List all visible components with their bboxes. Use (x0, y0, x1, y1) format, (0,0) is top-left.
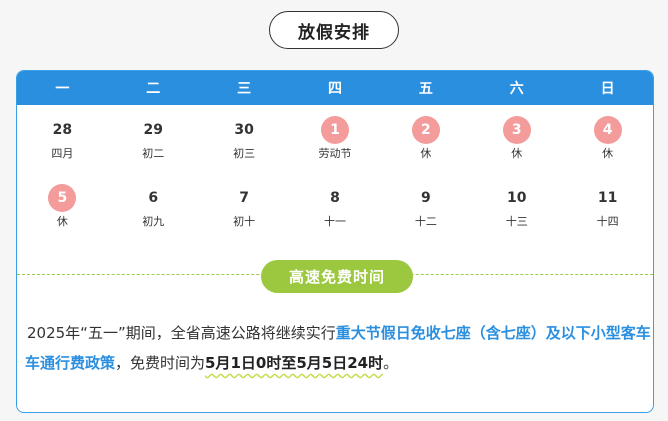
weekday-sat: 六 (509, 81, 524, 97)
weekday-tue: 二 (146, 81, 161, 97)
weekday-sun: 日 (600, 81, 615, 97)
day-note: 初九 (142, 215, 165, 228)
notice-text-2: ，免费时间为 (115, 354, 206, 372)
calendar-day: 10 十三 (471, 184, 562, 252)
day-note: 十四 (596, 215, 619, 228)
calendar-day: 28 四月 (17, 116, 108, 184)
notice-text-1: 2025年“五一”期间，全省高速公路将继续实行 (27, 324, 336, 342)
day-number: 30 (234, 122, 254, 138)
day-note: 休 (511, 147, 523, 160)
calendar-day: 9 十二 (380, 184, 471, 252)
day-note: 休 (602, 147, 614, 160)
weekday-thu: 四 (328, 81, 342, 97)
day-note: 四月 (51, 147, 74, 160)
toll-free-notice: 2025年“五一”期间，全省高速公路将继续实行重大节假日免收七座（含七座）及以下… (25, 318, 651, 378)
day-note: 休 (56, 215, 68, 228)
holiday-day-number: 2 (411, 116, 440, 144)
weekday-wed: 三 (237, 81, 252, 97)
day-number: 7 (239, 190, 250, 206)
day-note: 休 (420, 147, 432, 160)
calendar-week-2: 5 休 6 初九 7 初十 8 十一 9 十二 10 十三 11 十四 (17, 184, 653, 252)
day-note: 十三 (505, 215, 528, 228)
calendar-day: 8 十一 (290, 184, 381, 252)
holiday-day-number: 1 (321, 116, 349, 144)
holiday-day-number: 3 (502, 116, 531, 144)
day-note: 初三 (233, 147, 256, 160)
calendar-day: 7 初十 (199, 184, 290, 252)
calendar-day-holiday: 4 休 (562, 116, 653, 184)
day-note: 初二 (142, 147, 165, 160)
day-number: 10 (506, 190, 527, 206)
day-note: 劳动节 (318, 147, 352, 160)
day-number: 29 (143, 122, 164, 138)
notice-end: 。 (383, 354, 399, 372)
section-title: 放假安排 (269, 11, 399, 49)
day-number: 28 (52, 122, 73, 138)
day-note: 十一 (324, 215, 346, 228)
day-number: 8 (330, 190, 340, 206)
holiday-calendar-card: 一 二 三 四 五 六 日 28 四月 29 初二 30 初三 1 劳动节 2 … (16, 70, 654, 413)
notice-free-period: 5月1日0时至5月5日24时 (205, 354, 384, 372)
calendar-week-1: 28 四月 29 初二 30 初三 1 劳动节 2 休 3 休 4 休 (17, 116, 653, 184)
calendar-day: 29 初二 (108, 116, 199, 184)
weekday-fri: 五 (418, 81, 433, 97)
calendar-day: 30 初三 (199, 116, 290, 184)
day-number: 6 (148, 190, 159, 206)
calendar-day-holiday: 3 休 (471, 116, 562, 184)
calendar-day-holiday: 1 劳动节 (290, 116, 381, 184)
holiday-day-number: 5 (48, 184, 77, 212)
day-note: 十二 (414, 215, 437, 228)
day-number: 9 (420, 190, 431, 206)
free-time-badge: 高速免费时间 (261, 260, 413, 293)
calendar-day-holiday: 2 休 (380, 116, 471, 184)
holiday-day-number: 4 (593, 116, 622, 144)
day-number: 11 (597, 190, 618, 206)
calendar-day: 11 十四 (562, 184, 653, 252)
weekday-mon: 一 (55, 81, 70, 97)
day-note: 初十 (233, 215, 256, 228)
calendar-day-holiday: 5 休 (17, 184, 108, 252)
calendar-day: 6 初九 (108, 184, 199, 252)
weekday-header: 一 二 三 四 五 六 日 (17, 71, 653, 105)
